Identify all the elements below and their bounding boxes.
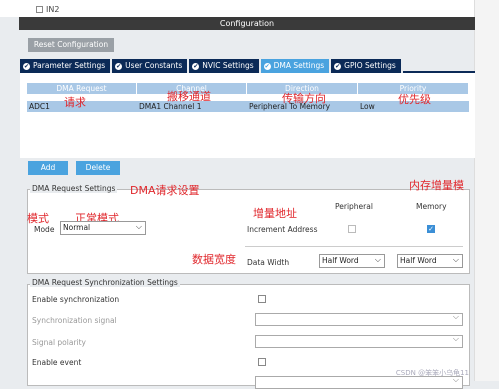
tab-label: Parameter Settings: [33, 61, 106, 70]
annotation-increment-addr: 增量地址: [253, 207, 297, 220]
right-scroll-strip[interactable]: [474, 0, 499, 381]
sync-signal-label: Synchronization signal: [32, 316, 117, 325]
configuration-header: Configuration: [19, 17, 475, 30]
check-circle-icon: ✔: [334, 62, 342, 70]
check-circle-icon: ✔: [115, 62, 123, 70]
in2-option[interactable]: IN2: [36, 5, 59, 14]
reset-configuration-button[interactable]: Reset Configuration: [28, 38, 114, 52]
add-button[interactable]: Add: [28, 161, 68, 175]
divider: [245, 246, 463, 247]
in2-label: IN2: [46, 5, 60, 14]
dma-request-settings-title: DMA Request Settings: [30, 184, 118, 193]
mode-label: Mode: [34, 225, 55, 234]
sync-settings-title: DMA Request Synchronization Settings: [30, 278, 180, 287]
signal-polarity-label: Signal polarity: [32, 338, 86, 347]
memory-data-width-select[interactable]: Half Word: [397, 254, 463, 268]
top-strip: IN2: [0, 0, 499, 17]
data-width-label: Data Width: [247, 258, 290, 267]
check-circle-icon: ✔: [192, 62, 200, 70]
tab-underline: [402, 59, 475, 73]
tab-parameter-settings[interactable]: ✔ Parameter Settings: [20, 59, 111, 73]
tab-nvic-settings[interactable]: ✔ NVIC Settings: [189, 59, 259, 73]
tab-gpio-settings[interactable]: ✔ GPIO Settings: [331, 59, 401, 73]
annotation-mode: 模式: [27, 212, 49, 225]
config-tabs: ✔ Parameter Settings ✔ User Constants ✔ NVI…: [20, 59, 475, 73]
in2-checkbox[interactable]: [36, 6, 43, 13]
peripheral-increment-checkbox[interactable]: [348, 225, 356, 233]
tab-label: DMA Settings: [273, 61, 325, 70]
annotation-channel: 搬移通道: [167, 90, 211, 103]
tab-label: GPIO Settings: [344, 61, 396, 70]
tab-user-constants[interactable]: ✔ User Constants: [112, 59, 188, 73]
memory-increment-checkbox[interactable]: ✓: [427, 225, 435, 233]
tab-label: User Constants: [125, 61, 183, 70]
enable-event-checkbox[interactable]: [258, 358, 266, 366]
peripheral-data-width-select[interactable]: Half Word: [319, 254, 385, 268]
sync-signal-select[interactable]: [255, 312, 463, 326]
col-dma-request[interactable]: DMA Request: [27, 83, 137, 94]
increment-address-label: Increment Address: [247, 225, 318, 234]
annotation-mem-increment: 内存增量模: [409, 179, 464, 192]
mode-select[interactable]: Normal: [60, 221, 146, 235]
watermark: CSDN @笨笨小乌龟11: [395, 369, 469, 377]
signal-polarity-select[interactable]: [255, 334, 463, 348]
peripheral-column-label: Peripheral: [335, 202, 373, 211]
annotation-request: 请求: [64, 96, 86, 109]
memory-column-label: Memory: [416, 202, 447, 211]
check-circle-icon: ✔: [263, 62, 271, 70]
annotation-direction: 传输方向: [282, 92, 326, 105]
tab-label: NVIC Settings: [202, 61, 254, 70]
tab-dma-settings[interactable]: ✔ DMA Settings: [260, 59, 330, 73]
check-circle-icon: ✔: [23, 62, 30, 70]
annotation-priority: 优先级: [398, 93, 431, 106]
delete-button[interactable]: Delete: [76, 161, 120, 175]
enable-sync-checkbox[interactable]: [258, 295, 266, 303]
annotation-data-width: 数据宽度: [192, 253, 236, 266]
annotation-dma-settings: DMA请求设置: [130, 184, 200, 197]
enable-event-label: Enable event: [32, 358, 82, 367]
enable-sync-label: Enable synchronization: [32, 295, 120, 304]
